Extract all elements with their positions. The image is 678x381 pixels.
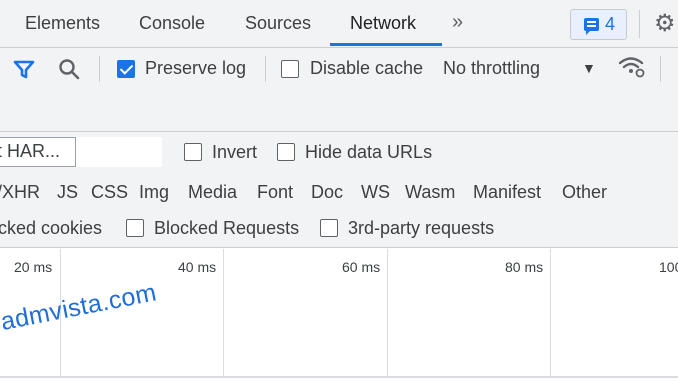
preserve-log-checkbox[interactable]	[117, 60, 135, 78]
type-filter-other[interactable]: Other	[562, 182, 607, 203]
timeline-tick-label: 20 ms	[14, 259, 53, 275]
timeline-tick-label: 40 ms	[178, 259, 217, 275]
type-filter-manifest[interactable]: Manifest	[473, 182, 541, 203]
type-filter-font[interactable]: Font	[257, 182, 293, 203]
blocked-cookies-label: cked cookies	[0, 218, 103, 238]
type-filter-js[interactable]: JS	[57, 182, 78, 203]
network-conditions-icon[interactable]	[618, 55, 646, 79]
type-filter-css[interactable]: CSS	[91, 182, 128, 203]
hide-data-urls-checkbox[interactable]	[277, 143, 295, 161]
tab-bar-divider	[639, 10, 640, 38]
timeline-tick-label: 80 ms	[505, 259, 544, 275]
disable-cache-checkbox[interactable]	[281, 60, 299, 78]
blocked-requests-label: Blocked Requests	[154, 218, 300, 238]
filter-input-extension[interactable]	[76, 137, 162, 167]
blocked-requests-checkbox[interactable]	[126, 219, 144, 237]
type-filter-ws[interactable]: WS	[361, 182, 390, 203]
preserve-log-label: Preserve log	[145, 58, 247, 78]
type-filter-xhr[interactable]: /XHR	[0, 182, 40, 203]
more-tabs-button[interactable]: »	[452, 11, 463, 34]
tab-elements[interactable]: Elements	[25, 13, 100, 34]
disable-cache-label: Disable cache	[310, 58, 424, 78]
filter-icon[interactable]	[13, 58, 35, 80]
toolbar-empty-row	[0, 88, 678, 132]
toolbar-divider	[660, 56, 661, 82]
invert-label: Invert	[212, 142, 258, 162]
timeline-grid-line	[223, 249, 224, 377]
third-party-requests-checkbox[interactable]	[320, 219, 338, 237]
timeline-tick-label: 60 ms	[342, 259, 381, 275]
timeline-grid-line	[387, 249, 388, 377]
third-party-requests-label: 3rd-party requests	[348, 218, 495, 238]
type-filter-doc[interactable]: Doc	[311, 182, 343, 203]
issues-count: 4	[605, 14, 616, 34]
search-icon[interactable]	[57, 57, 81, 81]
issues-icon	[584, 18, 599, 35]
timeline-grid-line	[550, 249, 551, 377]
tab-network[interactable]: Network	[350, 13, 416, 34]
chevron-down-icon[interactable]: ▼	[582, 60, 596, 76]
issues-badge-button[interactable]: 4	[570, 9, 627, 40]
type-filter-wasm[interactable]: Wasm	[405, 182, 455, 203]
active-tab-indicator	[330, 43, 442, 46]
gear-icon[interactable]: ⚙	[654, 11, 678, 37]
tab-console[interactable]: Console	[139, 13, 205, 34]
filter-input[interactable]: t HAR...	[0, 137, 76, 167]
throttling-select[interactable]: No throttling	[443, 58, 540, 79]
toolbar-divider	[99, 56, 100, 82]
type-filter-media[interactable]: Media	[188, 182, 237, 203]
timeline-bottom-border	[0, 376, 678, 378]
toolbar-divider	[265, 56, 266, 82]
hide-data-urls-label: Hide data URLs	[305, 142, 433, 162]
type-filter-img[interactable]: Img	[139, 182, 169, 203]
timeline-tick-label: 100	[659, 259, 678, 275]
tab-sources[interactable]: Sources	[245, 13, 311, 34]
invert-checkbox[interactable]	[184, 143, 202, 161]
